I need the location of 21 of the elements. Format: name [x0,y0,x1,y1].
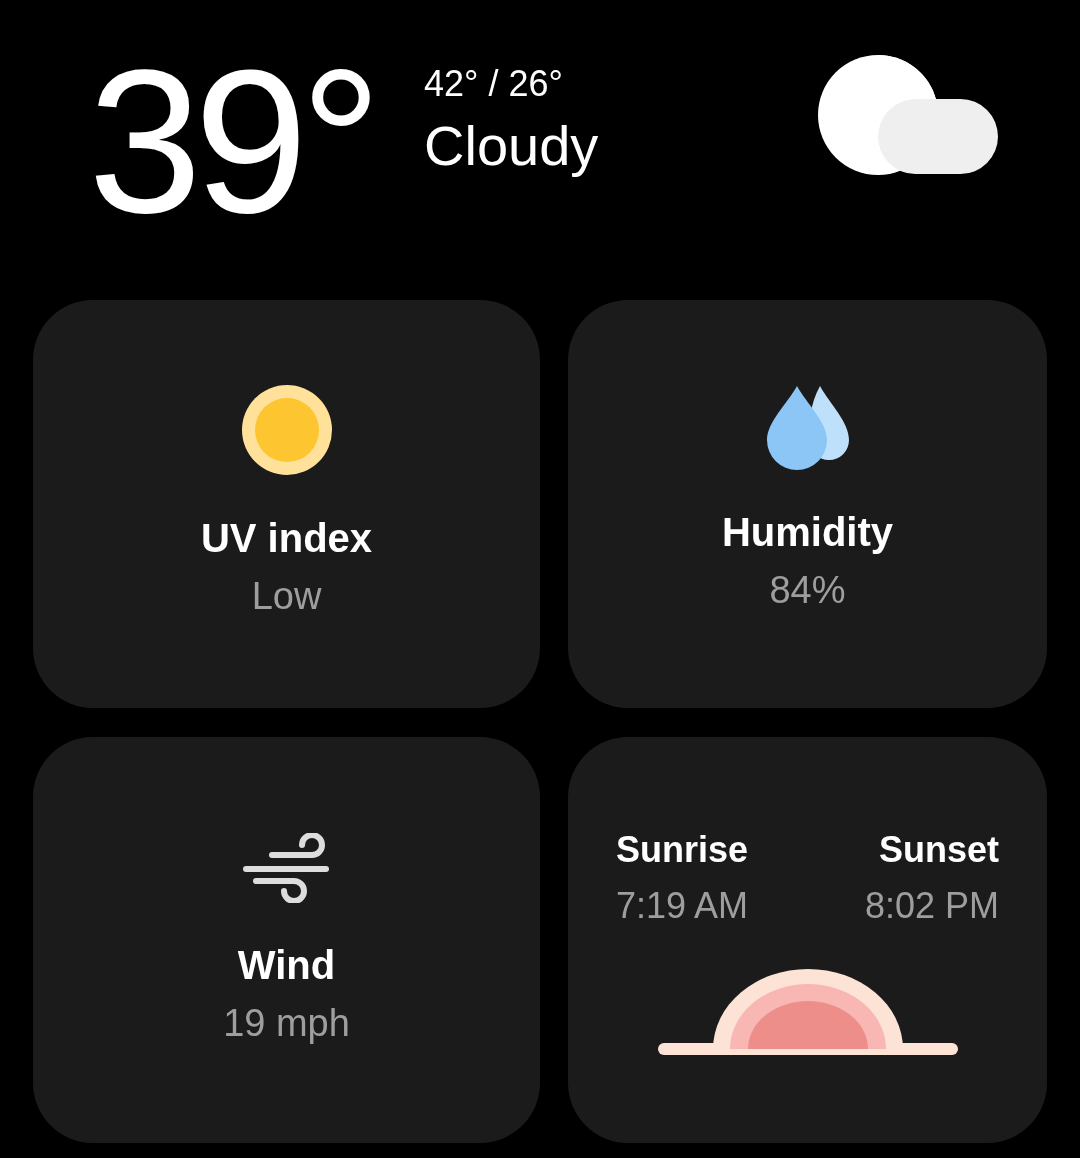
card-value: Low [251,575,322,618]
weather-card[interactable]: Wind 19 mph [33,737,540,1143]
sunrise-label: Sunrise [616,829,749,871]
sunset-time: 8:02 PM [864,885,999,927]
high-low-temperature: 42° / 26° [424,62,564,105]
card-title: UV index [200,516,373,561]
weather-card[interactable]: Humidity 84% [568,300,1047,708]
water-drops-icon [764,384,851,470]
sunset-label: Sunset [878,829,999,871]
card-title: Humidity [721,510,894,555]
condition: Cloudy [424,112,599,178]
wind-icon [241,833,332,903]
sun-card[interactable]: Sunrise 7:19 AM Sunset 8:02 PM [568,737,1047,1143]
temperature: 39° [88,37,374,243]
sunrise-time: 7:19 AM [616,885,749,927]
weather-card[interactable]: UV index Low [33,300,540,708]
card-value: 84% [769,569,846,612]
card-title: Wind [237,943,336,988]
card-value: 19 mph [223,1002,350,1045]
sun-icon [240,384,333,476]
cloud-icon [818,54,998,176]
